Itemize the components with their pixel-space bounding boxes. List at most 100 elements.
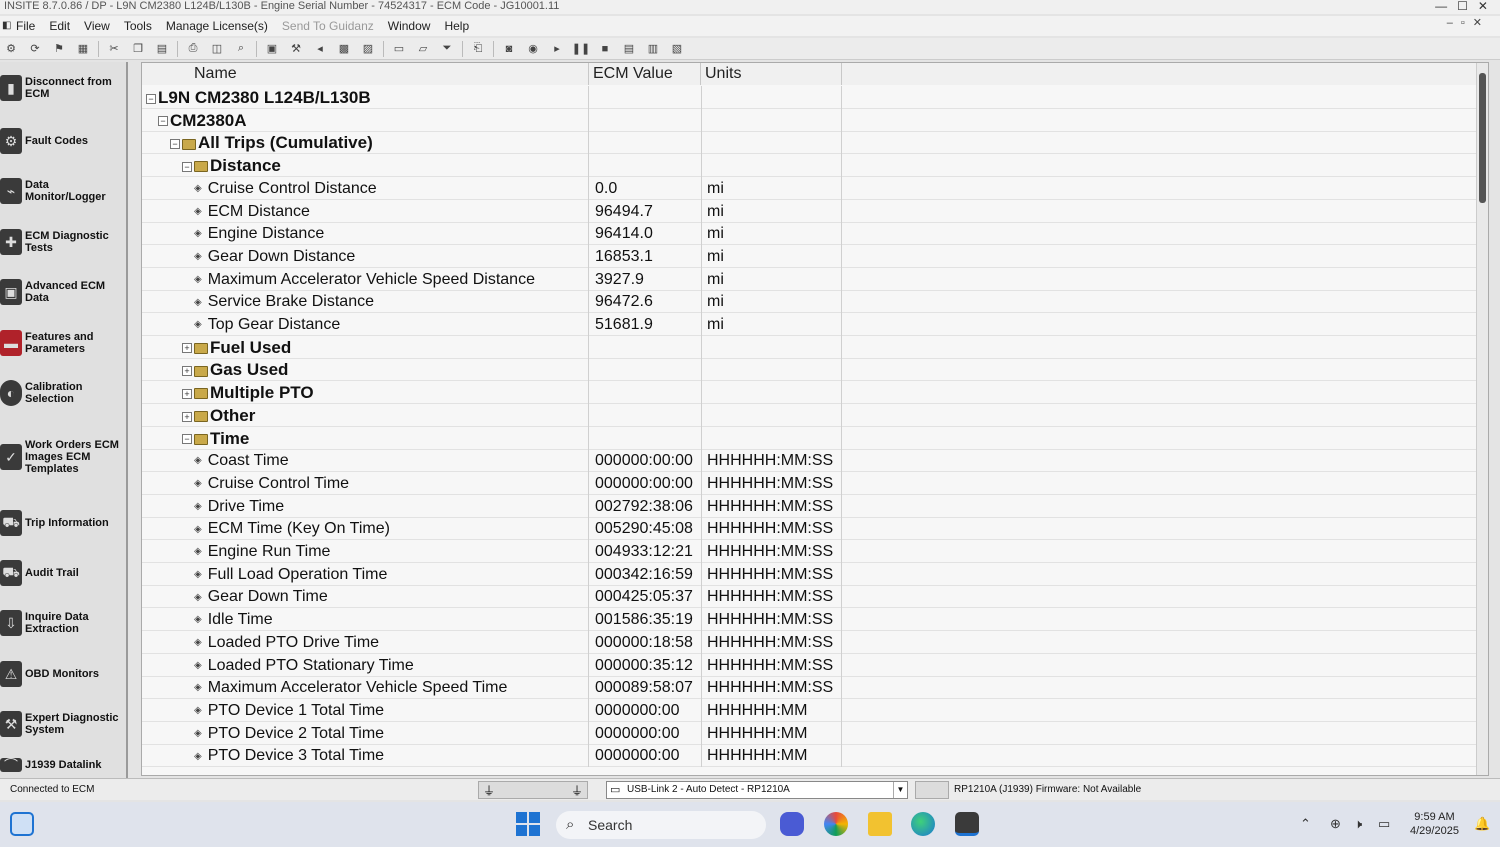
sidebar-item-data-monitor[interactable]: ⌁ Data Monitor/Logger <box>0 169 128 213</box>
properties-icon[interactable]: ▣ <box>263 41 281 57</box>
edge-icon[interactable] <box>911 812 935 836</box>
chevron-up-icon[interactable]: ⌃ <box>1300 816 1311 832</box>
menu-file[interactable]: File <box>16 19 35 33</box>
sidebar-item-audit-trail[interactable]: ⛟ Audit Trail <box>0 551 128 595</box>
filter-icon[interactable]: ⏷ <box>438 41 456 57</box>
widgets-icon[interactable] <box>10 812 34 836</box>
pause-icon[interactable]: ❚❚ <box>572 41 590 57</box>
tree-group-row[interactable]: + Gas Used <box>142 358 1488 382</box>
connect-icon[interactable]: ⚙ <box>2 41 20 57</box>
menu-view[interactable]: View <box>84 19 110 33</box>
menu-help[interactable]: Help <box>444 19 469 33</box>
table-row[interactable]: ◈ PTO Device 1 Total Time 0000000:00 HHHHHH… <box>142 698 1488 722</box>
clock[interactable]: 9:59 AM 4/29/2025 <box>1410 810 1459 838</box>
menu-tools[interactable]: Tools <box>124 19 152 33</box>
tree-group-row[interactable]: − All Trips (Cumulative) <box>142 131 1488 155</box>
find-icon[interactable]: ⌕ <box>232 41 250 57</box>
volume-muted-icon[interactable]: 🕨 <box>1354 816 1362 832</box>
table-row[interactable]: ◈ Cruise Control Distance 0.0 mi <box>142 176 1488 200</box>
taskbar-search[interactable]: ⌕ Search <box>556 811 766 839</box>
tree-group-row[interactable]: − L9N CM2380 L124B/L130B <box>142 86 1488 109</box>
collapse-icon[interactable]: − <box>182 434 192 445</box>
collapse-icon[interactable]: − <box>182 161 192 172</box>
export-icon[interactable]: ▭ <box>390 41 408 57</box>
start-icon[interactable] <box>516 812 540 836</box>
table-row[interactable]: ◈ ECM Distance 96494.7 mi <box>142 199 1488 223</box>
menu-edit[interactable]: Edit <box>49 19 70 33</box>
table-row[interactable]: ◈ Engine Distance 96414.0 mi <box>142 222 1488 246</box>
sidebar-item-obd-monitors[interactable]: ⚠ OBD Monitors <box>0 652 128 696</box>
clear-icon[interactable]: ▧ <box>668 41 686 57</box>
tree-group-row[interactable]: − CM2380A <box>142 108 1488 132</box>
grid-icon[interactable]: ▦ <box>74 41 92 57</box>
column-header-name[interactable]: Name <box>142 63 589 85</box>
vertical-scrollbar[interactable] <box>1476 63 1488 775</box>
table-row[interactable]: ◈ Maximum Accelerator Vehicle Speed Time 0… <box>142 676 1488 700</box>
network-icon[interactable]: ⚑ <box>50 41 68 57</box>
table-row[interactable]: ◈ Service Brake Distance 96472.6 mi <box>142 290 1488 314</box>
expand-icon[interactable]: + <box>182 366 192 377</box>
bookmark-icon[interactable]: ⎗ <box>469 41 487 57</box>
stop-icon[interactable]: ■ <box>596 41 614 57</box>
sidebar-item-inquire-data[interactable]: ⇩ Inquire Data Extraction <box>0 601 128 645</box>
table-row[interactable]: ◈ Cruise Control Time 000000:00:00 HHHHHH:M… <box>142 471 1488 495</box>
sidebar-item-trip-information[interactable]: ⛟ Trip Information <box>0 501 128 545</box>
sidebar-item-diagnostic-tests[interactable]: ✚ ECM Diagnostic Tests <box>0 220 128 264</box>
battery-icon[interactable]: ▭ <box>1378 816 1390 832</box>
expand-icon[interactable]: + <box>182 388 192 399</box>
report-icon[interactable]: ▥ <box>644 41 662 57</box>
print-preview-icon[interactable]: ◫ <box>208 41 226 57</box>
collapse-icon[interactable]: − <box>146 93 156 104</box>
table-row[interactable]: ◈ Maximum Accelerator Vehicle Speed Dista… <box>142 267 1488 291</box>
copilot-icon[interactable] <box>824 812 848 836</box>
table-row[interactable]: ◈ Coast Time 000000:00:00 HHHHHH:MM:SS <box>142 449 1488 473</box>
back-icon[interactable]: ◂ <box>311 41 329 57</box>
play-icon[interactable]: ▸ <box>548 41 566 57</box>
ecm-image-icon[interactable]: ▩ <box>335 41 353 57</box>
sidebar-item-j1939-datalink[interactable]: ⌒ J1939 Datalink <box>0 750 128 780</box>
sidebar-item-fault-codes[interactable]: ⚙ Fault Codes <box>0 119 128 163</box>
tools-icon[interactable]: ⚒ <box>287 41 305 57</box>
table-row[interactable]: ◈ PTO Device 2 Total Time 0000000:00 HHHHHH… <box>142 721 1488 745</box>
paste-icon[interactable]: ▤ <box>153 41 171 57</box>
sidebar-item-disconnect[interactable]: ▮ Disconnect from ECM <box>0 66 128 110</box>
table-row[interactable]: ◈ Gear Down Time 000425:05:37 HHHHHH:MM:SS <box>142 585 1488 609</box>
window-controls[interactable]: — ☐ ✕ <box>1435 0 1488 12</box>
table-row[interactable]: ◈ Top Gear Distance 51681.9 mi <box>142 313 1488 336</box>
tree-group-row[interactable]: + Other <box>142 403 1488 427</box>
network-tray-icon[interactable]: ⊕ <box>1330 816 1341 832</box>
expand-icon[interactable]: + <box>182 343 192 354</box>
adapter-select[interactable]: ▭ USB-Link 2 - Auto Detect - RP1210A ▼ <box>606 781 908 799</box>
sidebar-item-expert-diagnostic[interactable]: ⚒ Expert Diagnostic System <box>0 702 128 746</box>
menu-manage-licenses[interactable]: Manage License(s) <box>166 19 268 33</box>
file-explorer-icon[interactable] <box>868 812 892 836</box>
notification-bell-icon[interactable]: 🔔 <box>1474 816 1490 832</box>
app-menu-icon[interactable]: ◧ <box>2 20 12 32</box>
menu-send-to-guidanz[interactable]: Send To Guidanz <box>282 19 374 33</box>
table-row[interactable]: ◈ Engine Run Time 004933:12:21 HHHHHH:MM:SS <box>142 540 1488 563</box>
table-row[interactable]: ◈ PTO Device 3 Total Time 0000000:00 HHHHHH… <box>142 744 1488 768</box>
table-row[interactable]: ◈ Full Load Operation Time 000342:16:59 HHH… <box>142 562 1488 586</box>
collapse-icon[interactable]: − <box>170 139 180 150</box>
copy-icon[interactable]: ❐ <box>129 41 147 57</box>
tree-group-row[interactable]: + Multiple PTO <box>142 381 1488 405</box>
menu-window[interactable]: Window <box>388 19 431 33</box>
cut-icon[interactable]: ✂ <box>105 41 123 57</box>
tree-group-row[interactable]: + Fuel Used <box>142 335 1488 359</box>
table-row[interactable]: ◈ Loaded PTO Stationary Time 000000:35:12 H… <box>142 653 1488 677</box>
tree-group-row[interactable]: − Distance <box>142 154 1488 178</box>
tree-group-row[interactable]: − Time <box>142 426 1488 450</box>
expand-icon[interactable]: + <box>182 411 192 422</box>
sidebar-item-advanced-ecm[interactable]: ▣ Advanced ECM Data <box>0 270 128 314</box>
sidebar-item-features-parameters[interactable]: ▬ Features and Parameters <box>0 321 128 365</box>
chevron-down-icon[interactable]: ▼ <box>893 782 907 798</box>
table-row[interactable]: ◈ Drive Time 002792:38:06 HHHHHH:MM:SS <box>142 494 1488 518</box>
table-row[interactable]: ◈ Gear Down Distance 16853.1 mi <box>142 244 1488 268</box>
record-icon[interactable]: ◉ <box>524 41 542 57</box>
save-icon[interactable]: ▨ <box>359 41 377 57</box>
child-window-controls[interactable]: –▫✕ <box>1447 16 1490 29</box>
parameter-tree-grid[interactable]: Name ECM Value Units − L9N CM2380 L124B/L… <box>141 62 1489 776</box>
column-header-units[interactable]: Units <box>701 63 842 85</box>
sidebar-item-work-orders[interactable]: ✓ Work Orders ECM Images ECM Templates <box>0 430 128 484</box>
column-header-ecm-value[interactable]: ECM Value <box>589 63 701 85</box>
